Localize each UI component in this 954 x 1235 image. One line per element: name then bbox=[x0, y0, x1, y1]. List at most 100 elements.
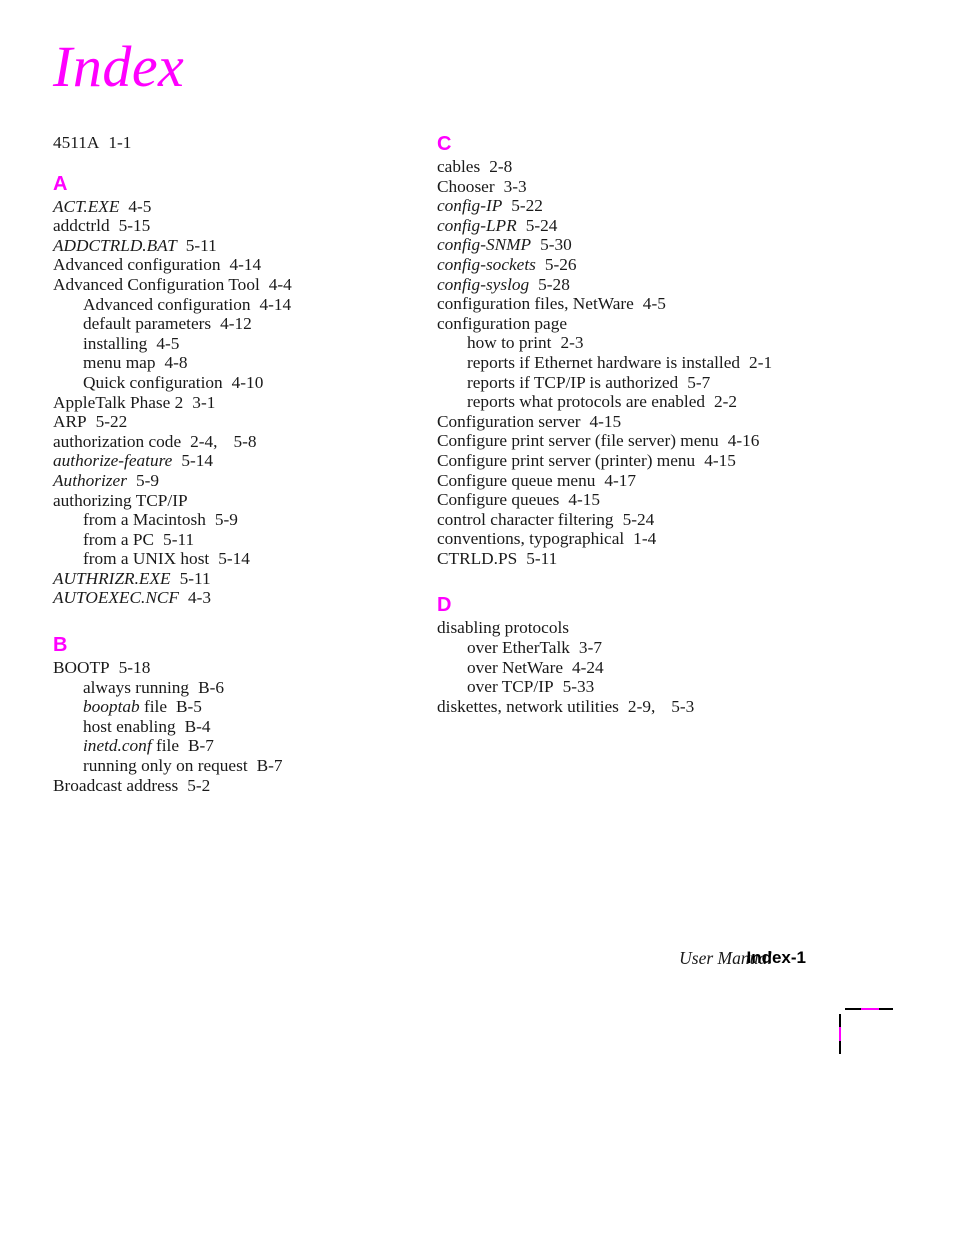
index-letter-heading: D bbox=[437, 594, 452, 617]
index-column-left: 4511A 1-1 A ACT.EXE 4-5 addctrld 5-15 ADDCTRLD.… bbox=[53, 133, 423, 795]
index-entry: Advanced configuration 4-14 bbox=[53, 295, 423, 315]
index-entry: from a Macintosh 5-9 bbox=[53, 510, 423, 530]
index-entry-locator: 5-14 bbox=[218, 549, 250, 569]
index-entry: Configure queues 4-15 bbox=[437, 490, 807, 510]
index-entry-term: Configure print server (file server) men… bbox=[437, 431, 719, 451]
page-footer: User Manual Index-1 bbox=[0, 948, 954, 974]
index-entry: over EtherTalk 3-7 bbox=[437, 638, 807, 658]
index-entry-locator: 3-7 bbox=[578, 638, 602, 658]
index-entry-locator: 2-2 bbox=[714, 392, 738, 412]
index-entry: cables 2-8 bbox=[437, 157, 807, 177]
index-entry: config-syslog 5-28 bbox=[437, 275, 807, 295]
index-entry: config-SNMP 5-30 bbox=[437, 235, 807, 255]
index-entry-term: running only on request bbox=[83, 756, 248, 776]
index-entry-locator: 5-9 bbox=[214, 510, 238, 530]
index-entry-term-italic: booptab bbox=[83, 697, 140, 717]
index-letter-heading: A bbox=[53, 172, 68, 195]
index-entry-term: inetd.conf file bbox=[83, 736, 179, 755]
index-entry: authorize-feature 5-14 bbox=[53, 451, 423, 471]
index-entry: diskettes, network utilities 2-9, 5-3 bbox=[437, 697, 807, 717]
index-entry-term: over TCP/IP bbox=[467, 677, 554, 697]
index-page: Index 4511A 1-1 A ACT.EXE 4-5 addctrld 5-15 ADD… bbox=[0, 0, 954, 1235]
index-entry-term: authorizing TCP/IP bbox=[53, 490, 188, 510]
index-entry-term: BOOTP bbox=[53, 658, 110, 678]
index-entry: config-LPR 5-24 bbox=[437, 216, 807, 236]
index-entry-locator: 1-4 bbox=[633, 529, 657, 549]
index-entry-locator: 4-14 bbox=[259, 294, 292, 314]
index-entry-term: reports if TCP/IP is authorized bbox=[467, 372, 679, 392]
index-entry-term: installing bbox=[83, 333, 148, 353]
index-entry-locator-secondary: 5-3 bbox=[671, 696, 695, 716]
index-entry-locator: B-5 bbox=[176, 697, 202, 717]
index-entry: AUTHRIZR.EXE 5-11 bbox=[53, 569, 423, 589]
index-entry-locator: 4-12 bbox=[220, 314, 252, 334]
index-letter-group: Ddisabling protocols over EtherTalk 3-7 ove… bbox=[437, 594, 807, 716]
index-entry-locator: 4-15 bbox=[568, 490, 601, 510]
index-entry-locator: 5-24 bbox=[622, 509, 655, 529]
index-entry-term: Configure print server (printer) menu bbox=[437, 450, 696, 470]
index-entry: host enabling B-4 bbox=[53, 717, 423, 737]
index-entry-term: Configure queues bbox=[437, 490, 560, 510]
index-entry: inetd.conf file B-7 bbox=[53, 736, 423, 756]
index-entry-locator: 2-1 bbox=[749, 352, 773, 372]
index-entry-term-roman: file bbox=[151, 736, 179, 756]
index-letter-group: B BOOTP 5-18 always running B-6 booptab file B… bbox=[53, 634, 423, 795]
index-letter-heading: B bbox=[53, 634, 68, 657]
index-entry: Configure print server (file server) men… bbox=[437, 431, 807, 451]
index-letter-group: Ccables 2-8 Chooser 3-3 config-IP 5-22 config-… bbox=[437, 133, 807, 568]
index-entry-term: disabling protocols bbox=[437, 618, 569, 638]
index-entry-locator: 4-14 bbox=[229, 255, 262, 275]
index-entry-locator: 5-7 bbox=[687, 372, 711, 392]
index-entry: over NetWare 4-24 bbox=[437, 658, 807, 678]
index-entry-term: control character filtering bbox=[437, 509, 614, 529]
index-column-right: Ccables 2-8 Chooser 3-3 config-IP 5-22 config-… bbox=[437, 133, 807, 716]
index-entry-term: 4511A bbox=[53, 133, 100, 152]
index-entry-locator: 5-11 bbox=[185, 235, 217, 255]
index-entry: reports if Ethernet hardware is installe… bbox=[437, 353, 807, 373]
index-entry-term: how to print bbox=[467, 333, 552, 353]
index-entry-term: Quick configuration bbox=[83, 372, 223, 392]
index-entry-locator: 2-3 bbox=[560, 333, 584, 353]
index-entry-locator: 5-11 bbox=[163, 529, 195, 549]
crop-mark-vertical bbox=[839, 1014, 841, 1054]
index-entry: control character filtering 5-24 bbox=[437, 510, 807, 530]
index-entry-term: booptab file bbox=[83, 697, 167, 716]
index-entry: ACT.EXE 4-5 bbox=[53, 197, 423, 217]
index-entry-locator: 4-15 bbox=[589, 411, 622, 431]
index-entry-term: ADDCTRLD.BAT bbox=[53, 235, 177, 255]
index-entry: configuration files, NetWare 4-5 bbox=[437, 294, 807, 314]
index-entry-locator: 2-8 bbox=[489, 157, 513, 176]
index-entry-term: configuration page bbox=[437, 313, 568, 333]
index-entry: default parameters 4-12 bbox=[53, 314, 423, 334]
index-entry: how to print 2-3 bbox=[437, 333, 807, 353]
index-entry-term: ACT.EXE bbox=[53, 196, 120, 216]
index-entry: AppleTalk Phase 2 3-1 bbox=[53, 393, 423, 413]
index-entry: running only on request B-7 bbox=[53, 756, 423, 776]
index-entry: authorizing TCP/IP bbox=[53, 491, 423, 511]
index-entry-term: Authorizer bbox=[53, 470, 127, 490]
index-entry-locator: 5-26 bbox=[544, 254, 577, 274]
index-entry-locator: 2-4, bbox=[190, 431, 218, 451]
index-entry-term: authorization code bbox=[53, 431, 182, 451]
index-entry-term: config-sockets bbox=[437, 254, 536, 274]
index-entry-term: config-LPR bbox=[437, 215, 517, 235]
index-entry-locator: B-7 bbox=[256, 756, 283, 776]
index-entry-term: ARP bbox=[53, 412, 87, 432]
index-entry-term: Chooser bbox=[437, 176, 495, 196]
footer-page-number: Index-1 bbox=[746, 948, 806, 967]
index-entry: AUTOEXEC.NCF 4-3 bbox=[53, 588, 423, 608]
index-entry-term: Configure queue menu bbox=[437, 470, 596, 490]
index-entry-term: reports what protocols are enabled bbox=[467, 392, 706, 412]
index-entry: Authorizer 5-9 bbox=[53, 471, 423, 491]
index-entry-term: over EtherTalk bbox=[467, 638, 570, 658]
index-entry-locator: B-7 bbox=[188, 736, 214, 756]
index-entry-locator: B-6 bbox=[198, 677, 224, 697]
index-entry-locator: 4-16 bbox=[727, 431, 760, 451]
index-entry-locator: 4-4 bbox=[268, 274, 292, 294]
index-entry-locator: 5-11 bbox=[526, 548, 558, 568]
index-entry: disabling protocols bbox=[437, 618, 807, 638]
index-entry-term: reports if Ethernet hardware is installe… bbox=[467, 352, 741, 372]
index-entry-locator: 5-22 bbox=[95, 412, 128, 432]
index-letter-group: A ACT.EXE 4-5 addctrld 5-15 ADDCTRLD.BAT 5-11 A… bbox=[53, 173, 423, 608]
index-entry-locator: 5-15 bbox=[118, 216, 151, 236]
